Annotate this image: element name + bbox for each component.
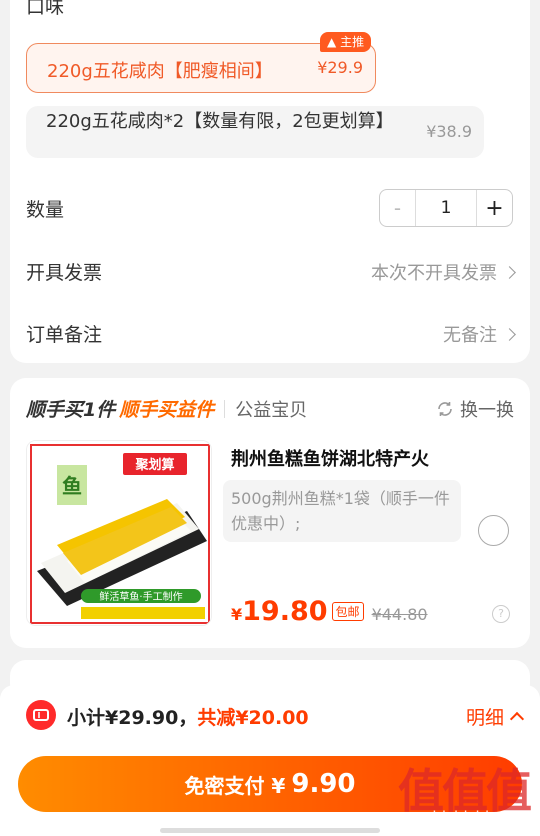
svg-text:鲜活草鱼·手工制作: 鲜活草鱼·手工制作 (99, 590, 182, 603)
quantity-value[interactable]: 1 (416, 190, 476, 226)
detail-label: 明细 (465, 707, 504, 729)
detail-toggle[interactable]: 明细 (465, 703, 525, 730)
option-price: ¥38.9 (426, 122, 472, 141)
tab-charity[interactable]: 公益宝贝 (235, 396, 307, 422)
select-radio[interactable] (478, 515, 509, 546)
product-title[interactable]: 荆州鱼糕鱼饼湖北特产火 (231, 445, 429, 471)
invoice-label: 开具发票 (26, 262, 103, 284)
tab-charity-item[interactable]: 顺手买益件 (119, 395, 214, 422)
fish-cake-image: 聚划算 鱼 鲜活草鱼·手工制作 (27, 441, 211, 625)
remark-value: 无备注 (443, 325, 497, 346)
chevron-right-icon (503, 327, 516, 341)
product-price: ¥ 19.80 包邮 ¥44.80 (231, 596, 428, 627)
subtotal-amount: 小计¥29.90， (67, 707, 198, 729)
divider (224, 399, 226, 418)
watermark-url: zhizhizhi.com (424, 808, 526, 826)
pay-amount: 9.90 (291, 769, 356, 799)
swap-button[interactable]: 换一换 (436, 396, 514, 422)
increment-button[interactable]: + (476, 190, 512, 226)
pay-label: 免密支付 ¥ (184, 773, 286, 798)
quantity-stepper: - 1 + (379, 189, 513, 227)
invoice-value: 本次不开具发票 (371, 263, 497, 284)
option-name: 220g五花咸肉【肥瘦相间】 (47, 61, 273, 82)
help-icon[interactable]: ? (492, 605, 510, 623)
chevron-right-icon (503, 265, 516, 279)
svg-text:鱼: 鱼 (62, 474, 82, 498)
decrement-button[interactable]: - (380, 190, 416, 226)
section-title: 口味 (26, 0, 65, 18)
home-indicator (160, 828, 380, 833)
product-image[interactable]: 聚划算 鱼 鲜活草鱼·手工制作 (26, 440, 212, 626)
quantity-label: 数量 (26, 199, 65, 221)
option-price: ¥29.9 (317, 58, 363, 77)
subtotal: 小计¥29.90， 共减¥20.00 (67, 703, 309, 730)
chevron-up-icon (509, 711, 525, 727)
option-item[interactable]: 220g五花咸肉*2【数量有限，2包更划算】 ¥38.9 (26, 106, 484, 158)
refresh-icon (438, 402, 452, 416)
price-symbol: ¥ (231, 605, 243, 624)
svg-text:聚划算: 聚划算 (134, 457, 174, 473)
swap-label: 换一换 (460, 400, 514, 421)
tab-buy-one[interactable]: 顺手买1件 (26, 395, 115, 422)
original-price: ¥44.80 (371, 605, 428, 624)
remark-selector[interactable]: 无备注 (443, 321, 516, 347)
remark-label: 订单备注 (26, 324, 103, 346)
addon-tabs: 顺手买1件 顺手买益件 公益宝贝 (26, 395, 307, 422)
coupon-icon (26, 700, 56, 730)
recommend-badge: ▲ 主推 (320, 32, 372, 52)
product-spec[interactable]: 500g荆州鱼糕*1袋（顺手一件优惠中）; (223, 480, 461, 542)
option-name: 220g五花咸肉*2【数量有限，2包更划算】 (46, 111, 394, 132)
discount-amount: 共减¥20.00 (197, 707, 309, 729)
free-shipping-badge: 包邮 (331, 602, 364, 621)
invoice-selector[interactable]: 本次不开具发票 (371, 259, 516, 285)
flame-icon: ▲ (327, 35, 337, 49)
price-value: 19.80 (242, 596, 328, 627)
